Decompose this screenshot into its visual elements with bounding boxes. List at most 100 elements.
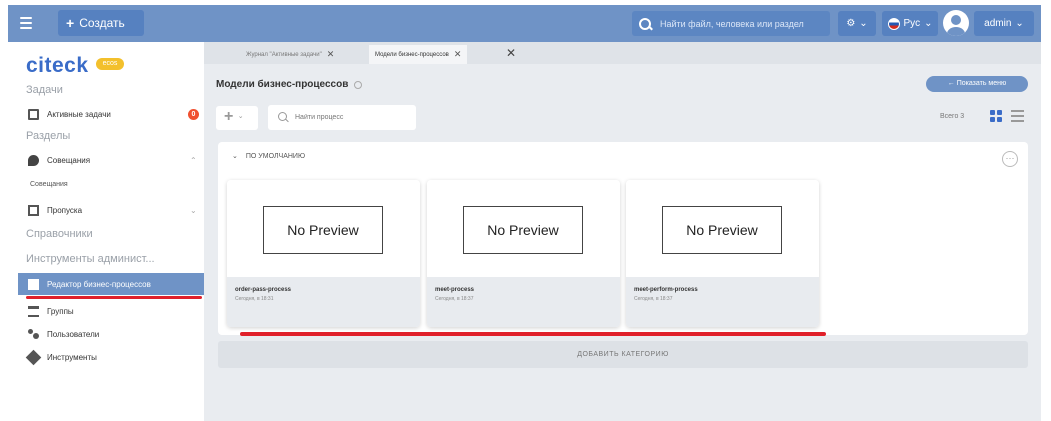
sidebar-item-tools[interactable]: Инструменты [18, 346, 204, 368]
chevron-down-icon: ⌄ [924, 18, 933, 29]
sidebar-item-label: Активные задачи [47, 109, 111, 119]
chevron-down-icon: ⌄ [859, 18, 868, 29]
language-switcher[interactable]: Рус ⌄ [882, 11, 938, 36]
section-heading-admin-tools[interactable]: Инструменты админист... [26, 253, 155, 265]
search-icon [638, 17, 652, 31]
close-icon[interactable]: ✕ [327, 49, 335, 60]
add-label: + [224, 108, 234, 126]
process-card[interactable]: No Preview meet-perform-process Сегодня,… [626, 180, 819, 327]
card-info: meet-perform-process Сегодня, в 18:37 [626, 277, 819, 327]
create-button[interactable]: + Создать [58, 10, 144, 36]
sidebar-item-label: Совещания [47, 155, 91, 165]
active-tasks-count-badge: 0 [188, 109, 199, 120]
info-icon[interactable] [354, 80, 363, 89]
sidebar-item-label: Совещания [30, 180, 68, 188]
users-icon [28, 328, 39, 340]
add-category-button[interactable]: ДОБАВИТЬ КАТЕГОРИЮ [218, 341, 1028, 368]
sidebar-item-label: Пользователи [47, 329, 100, 339]
card-name: meet-process [435, 287, 475, 293]
no-preview-placeholder: No Preview [263, 206, 383, 254]
sidebar-subitem-meetings[interactable]: Совещания [18, 173, 204, 195]
total-count: Всего 3 [940, 113, 965, 120]
sidebar-item-label: Редактор бизнес-процессов [47, 279, 151, 289]
card-preview: No Preview [626, 180, 819, 277]
sidebar-item-users[interactable]: Пользователи [18, 323, 204, 345]
sidebar: citeck ecos Задачи Активные задачи 0 Раз… [8, 42, 204, 421]
wrench-icon [25, 349, 42, 365]
category-header[interactable]: ⌄ ПО УМОЛЧАНИЮ [232, 152, 306, 161]
chevron-down-icon: ⌄ [232, 153, 238, 160]
card-preview: No Preview [227, 180, 420, 277]
chevron-down-icon: ⌄ [1015, 18, 1024, 29]
card-date: Сегодня, в 18:31 [235, 296, 274, 302]
process-card[interactable]: No Preview order-pass-process Сегодня, в… [227, 180, 420, 327]
user-name: admin [984, 18, 1012, 29]
hamburger-menu-icon[interactable] [14, 12, 38, 34]
plus-icon: + [66, 15, 75, 31]
card-date: Сегодня, в 18:37 [435, 296, 474, 302]
grid-view-icon[interactable] [990, 110, 1002, 122]
create-button-label: Создать [79, 16, 125, 30]
arrow-left-icon: ← [947, 80, 955, 87]
section-heading-tasks[interactable]: Задачи [26, 84, 63, 96]
user-menu-button[interactable]: admin ⌄ [974, 11, 1034, 36]
user-avatar-icon[interactable] [943, 10, 969, 36]
more-options-icon[interactable]: ··· [1002, 151, 1018, 167]
chevron-up-icon: ⌃ [190, 155, 197, 165]
card-preview: No Preview [427, 180, 620, 277]
main-content: Журнал "Активные задачи" ✕ Модели бизнес… [204, 42, 1041, 421]
chat-bubble-icon [28, 154, 39, 166]
category-title: ПО УМОЛЧАНИЮ [245, 152, 306, 160]
russian-flag-icon [887, 17, 900, 30]
search-icon [278, 112, 289, 123]
section-heading-references[interactable]: Справочники [26, 228, 93, 240]
show-menu-button[interactable]: ← Показать меню [926, 76, 1028, 92]
card-name: meet-perform-process [634, 287, 698, 293]
active-item-underline [26, 296, 202, 299]
chevron-down-icon: ⌄ [237, 113, 244, 120]
sidebar-item-label: Инструменты [47, 352, 97, 362]
task-board-icon [28, 108, 39, 120]
process-card[interactable]: No Preview meet-process Сегодня, в 18:37 [427, 180, 620, 327]
settings-menu-button[interactable]: ⚙ ⌄ [838, 11, 876, 36]
process-flow-icon [28, 278, 39, 290]
category-default: ⌄ ПО УМОЛЧАНИЮ ··· No Preview order-pass… [218, 142, 1028, 335]
no-preview-placeholder: No Preview [662, 206, 782, 254]
card-date: Сегодня, в 18:37 [634, 296, 673, 302]
process-search[interactable] [268, 105, 416, 130]
citeck-logo[interactable]: citeck [26, 54, 89, 78]
page-title-text: Модели бизнес-процессов [216, 79, 349, 90]
pass-card-icon [28, 204, 39, 216]
language-label: Рус [903, 18, 921, 29]
sidebar-item-groups[interactable]: Группы [18, 300, 204, 322]
global-search[interactable] [632, 11, 830, 36]
card-info: meet-process Сегодня, в 18:37 [427, 277, 620, 327]
tabs-bar: Журнал "Активные задачи" ✕ Модели бизнес… [204, 42, 1041, 64]
sidebar-item-active-tasks[interactable]: Активные задачи 0 [18, 103, 204, 125]
top-header: + Создать ⚙ ⌄ Рус ⌄ admin ⌄ [8, 5, 1041, 42]
tab-active-tasks[interactable]: Журнал "Активные задачи" ✕ [240, 45, 340, 64]
tab-label: Модели бизнес-процессов [375, 51, 449, 58]
section-heading-sections[interactable]: Разделы [26, 130, 70, 142]
global-search-input[interactable] [660, 18, 830, 29]
sidebar-item-label: Пропуска [47, 205, 83, 215]
close-all-tabs-icon[interactable]: ✕ [506, 46, 516, 60]
sidebar-item-label: Группы [47, 306, 74, 316]
sidebar-item-passes[interactable]: Пропуска ⌄ [18, 199, 204, 221]
no-preview-placeholder: No Preview [463, 206, 583, 254]
card-name: order-pass-process [235, 287, 292, 293]
groups-icon [28, 305, 39, 317]
page-title: Модели бизнес-процессов [216, 79, 363, 90]
sidebar-item-meetings[interactable]: Совещания ⌃ [18, 149, 204, 171]
sidebar-item-bp-editor[interactable]: Редактор бизнес-процессов [18, 273, 204, 295]
logo-badge: ecos [96, 58, 124, 70]
close-icon[interactable]: ✕ [454, 49, 462, 60]
tab-bp-models[interactable]: Модели бизнес-процессов ✕ [369, 45, 468, 64]
list-view-icon[interactable] [1011, 110, 1024, 122]
show-menu-label: Показать меню [956, 80, 1007, 87]
card-info: order-pass-process Сегодня, в 18:31 [227, 277, 420, 327]
add-process-dropdown[interactable]: + ⌄ [216, 106, 258, 130]
process-search-input[interactable] [295, 114, 415, 121]
highlight-underline [240, 332, 826, 336]
chevron-down-icon: ⌄ [190, 205, 197, 215]
